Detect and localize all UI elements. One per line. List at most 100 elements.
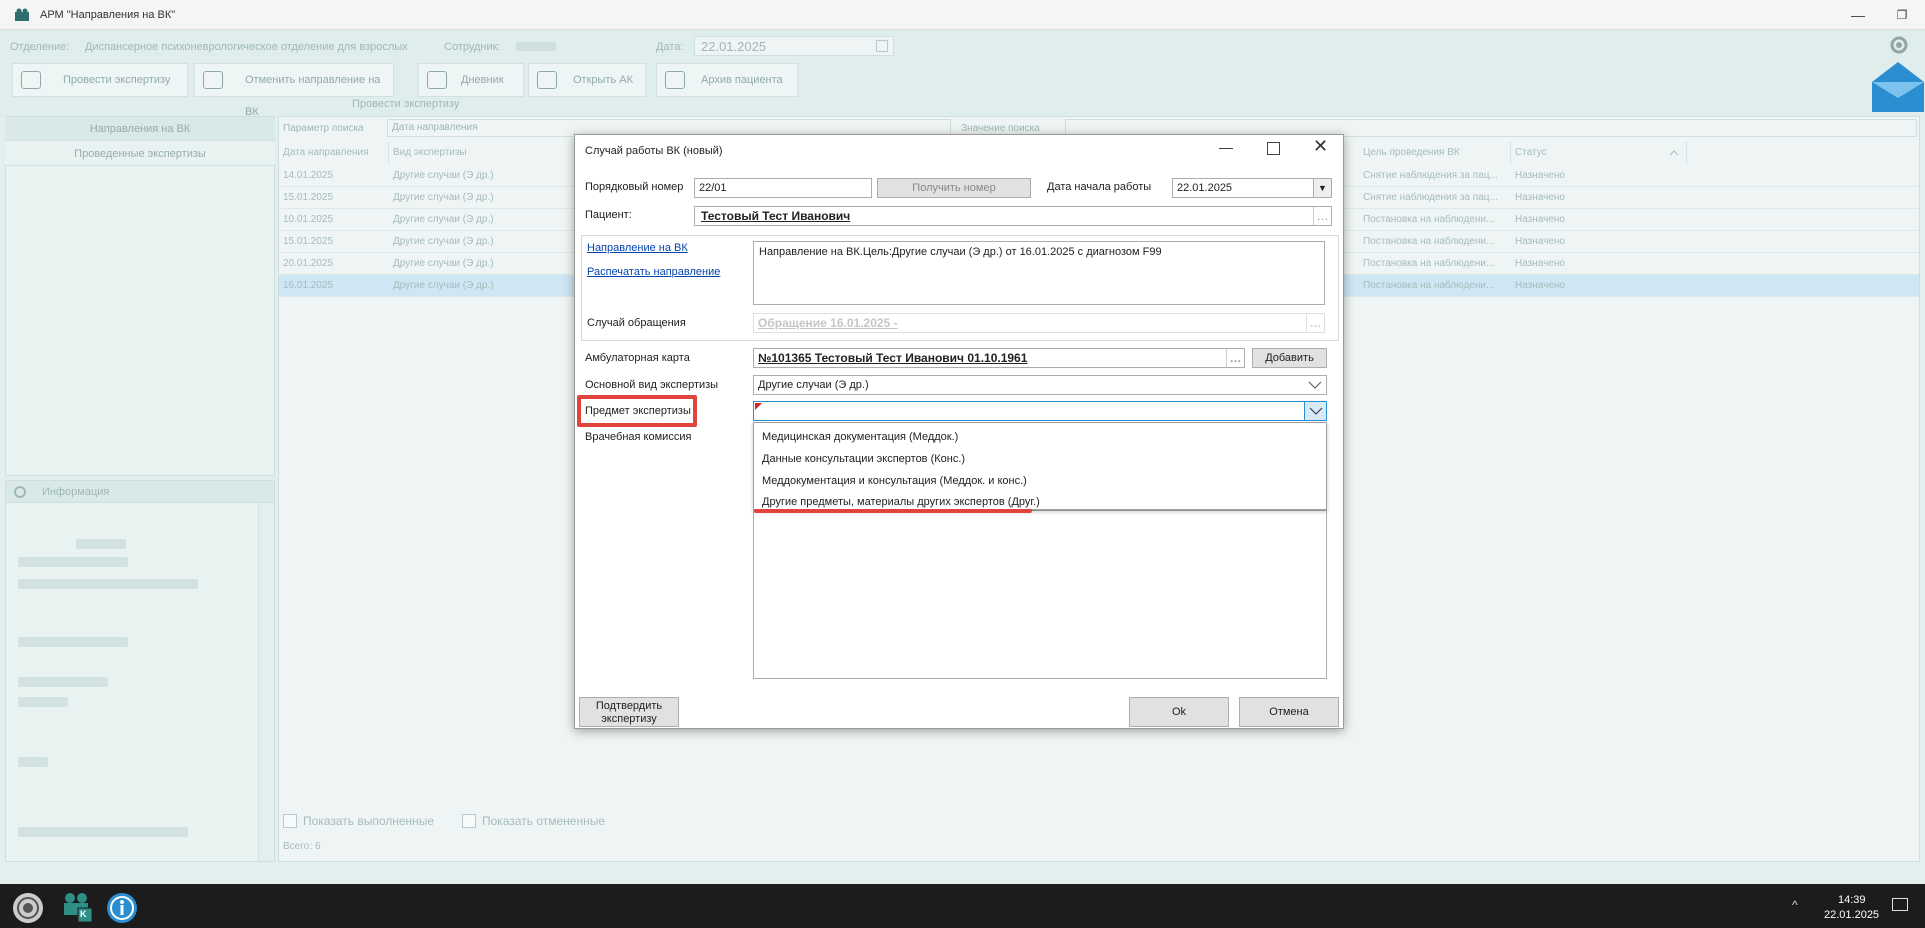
table-cell-date: 16.01.2025	[283, 280, 334, 291]
column-header-type[interactable]: Вид экспертизы	[389, 141, 575, 165]
tab-referrals[interactable]: Направления на ВК	[5, 117, 275, 141]
employee-value-blurred	[516, 42, 556, 51]
table-cell-date: 14.01.2025	[283, 170, 334, 181]
main-type-label: Основной вид экспертизы	[585, 379, 719, 391]
os-logo-icon[interactable]	[12, 892, 44, 924]
required-marker	[755, 403, 762, 410]
commission-list	[753, 507, 1327, 679]
mail-icon[interactable]	[1872, 62, 1924, 112]
patient-archive-button[interactable]: Архив пациента	[656, 63, 798, 97]
confirm-expertise-button[interactable]: Подтвердить экспертизу	[579, 697, 679, 727]
case-label: Случай обращения	[587, 317, 686, 329]
diary-button[interactable]: Дневник	[418, 63, 524, 97]
accessibility-icon[interactable]	[106, 892, 138, 924]
ellipsis-icon[interactable]: …	[1226, 349, 1244, 367]
ellipsis-icon[interactable]: …	[1306, 314, 1324, 332]
dropdown-option[interactable]: Медицинская документация (Меддок.)	[762, 431, 958, 443]
info-panel: Информация	[5, 480, 275, 862]
clock-time: 14:39	[1838, 894, 1866, 906]
print-referral-link[interactable]: Распечатать направление	[587, 266, 720, 278]
table-cell-goal: Постановка на наблюдени...	[1363, 236, 1495, 247]
table-cell-status: Назначено	[1515, 170, 1565, 181]
department-label: Отделение:	[10, 41, 70, 53]
patient-field[interactable]: Тестовый Тест Иванович…	[694, 206, 1332, 226]
show-cancelled-checkbox[interactable]	[462, 814, 476, 828]
seq-number-input[interactable]: 22/01	[694, 178, 872, 198]
card-label: Амбулаторная карта	[585, 352, 690, 364]
conduct-expertise-button[interactable]: Провести экспертизу	[12, 63, 188, 97]
card-field[interactable]: №101365 Тестовый Тест Иванович 01.10.196…	[753, 348, 1245, 368]
clock-date: 22.01.2025	[1824, 909, 1880, 921]
case-field[interactable]: Обращение 16.01.2025 -…	[753, 313, 1325, 333]
settings-icon[interactable]	[1888, 34, 1910, 56]
show-cancelled-label: Показать отмененные	[482, 814, 606, 828]
referral-text: Направление на ВК.Цель:Другие случаи (Э …	[753, 241, 1325, 305]
start-date-input[interactable]: 22.01.2025 ▼	[1172, 178, 1332, 198]
minimize-icon[interactable]: —	[1848, 6, 1868, 24]
chevron-down-icon	[1309, 407, 1323, 415]
table-cell-goal: Снятие наблюдения за пац...	[1363, 170, 1498, 181]
people-icon	[21, 71, 41, 89]
minimize-icon[interactable]: —	[1219, 139, 1233, 155]
total-value: 6	[315, 841, 321, 852]
info-scrollbar[interactable]	[258, 503, 274, 861]
main-type-select[interactable]: Другие случаи (Э др.)	[753, 375, 1327, 395]
column-header-goal[interactable]: Цель проведения ВК	[1359, 141, 1511, 165]
cancel-referral-button[interactable]: Отменить направление на ВК	[194, 63, 394, 118]
table-cell-type: Другие случаи (Э др.)	[393, 214, 494, 225]
sort-up-icon[interactable]	[1669, 150, 1679, 156]
dropdown-option[interactable]: Меддокументация и консультация (Меддок. …	[762, 475, 1027, 487]
notifications-icon[interactable]	[1892, 898, 1908, 911]
date-input[interactable]: 22.01.2025	[694, 36, 894, 56]
tray-chevron-up-icon[interactable]: ^	[1792, 898, 1798, 912]
archive-box-icon	[537, 71, 557, 89]
department-value: Диспансерное психоневрологическое отделе…	[85, 41, 408, 53]
highlight-underline	[754, 509, 1032, 513]
commission-label: Врачебная комиссия	[585, 431, 692, 443]
dropdown-option[interactable]: Другие предметы, материалы других экспер…	[762, 496, 1040, 508]
referral-link[interactable]: Направление на ВК	[587, 242, 688, 254]
dropdown-button[interactable]	[1304, 402, 1326, 420]
seq-number-label: Порядковый номер	[585, 181, 684, 193]
ok-button[interactable]: Ok	[1129, 697, 1229, 727]
tab-completed-expertise[interactable]: Проведенные экспертизы	[5, 142, 275, 166]
title-bar: АРМ "Направления на ВК" — ❐	[0, 0, 1925, 30]
maximize-icon[interactable]	[1267, 142, 1280, 155]
table-cell-status: Назначено	[1515, 236, 1565, 247]
add-card-button[interactable]: Добавить	[1252, 348, 1327, 368]
subject-label: Предмет экспертизы	[585, 405, 691, 417]
start-date-label: Дата начала работы	[1047, 181, 1152, 193]
table-cell-type: Другие случаи (Э др.)	[393, 170, 494, 181]
table-cell-type: Другие случаи (Э др.)	[393, 192, 494, 203]
subject-dropdown-list: Медицинская документация (Меддок.) Данны…	[753, 422, 1327, 513]
table-cell-status: Назначено	[1515, 258, 1565, 269]
subject-select[interactable]	[753, 401, 1327, 421]
table-cell-date: 20.01.2025	[283, 258, 334, 269]
column-header-status[interactable]: Статус	[1511, 141, 1687, 165]
table-cell-goal: Постановка на наблюдени...	[1363, 214, 1495, 225]
date-label: Дата:	[656, 41, 684, 53]
dialog-title: Случай работы ВК (новый)	[585, 145, 723, 157]
restore-icon[interactable]: ❐	[1892, 6, 1912, 24]
toolbar-group-label: Провести экспертизу	[352, 98, 460, 110]
app-icon	[15, 8, 29, 21]
taskbar: K ^ 14:39 22.01.2025	[0, 884, 1925, 928]
calendar-icon[interactable]	[876, 40, 888, 52]
taskbar-badge: K	[80, 909, 87, 919]
expertise-case-dialog: Случай работы ВК (новый) — ✕ Порядковый …	[574, 134, 1344, 729]
table-cell-date: 10.01.2025	[283, 214, 334, 225]
people-cancel-icon	[203, 71, 223, 89]
gear-icon	[14, 486, 26, 498]
show-done-checkbox[interactable]	[283, 814, 297, 828]
dropdown-arrow-icon[interactable]: ▼	[1313, 179, 1331, 197]
dropdown-option[interactable]: Данные консультации экспертов (Конс.)	[762, 453, 965, 465]
ellipsis-icon[interactable]: …	[1313, 207, 1331, 225]
get-number-button[interactable]: Получить номер	[877, 178, 1031, 198]
open-card-button[interactable]: Открыть АК	[528, 63, 646, 97]
app-taskbar-icon[interactable]	[62, 890, 92, 922]
close-icon[interactable]: ✕	[1313, 136, 1328, 157]
column-header-date[interactable]: Дата направления	[279, 141, 389, 165]
table-cell-type: Другие случаи (Э др.)	[393, 236, 494, 247]
table-cell-goal: Постановка на наблюдени...	[1363, 258, 1495, 269]
cancel-button[interactable]: Отмена	[1239, 697, 1339, 727]
